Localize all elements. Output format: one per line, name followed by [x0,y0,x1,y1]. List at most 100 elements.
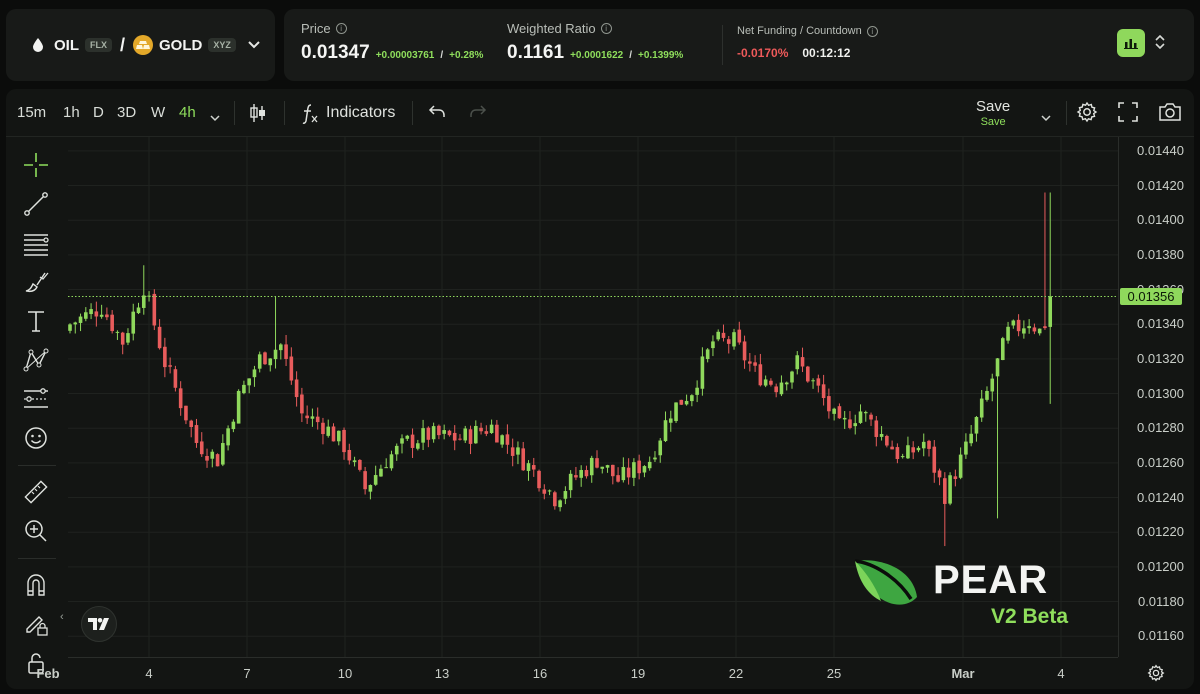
indicators-button[interactable]: Indicators [326,104,395,122]
candle-body [294,379,299,398]
timeframe-15m[interactable]: 15m [17,104,46,121]
timeframe-4h[interactable]: 4h [179,104,196,121]
candle-body [300,394,304,414]
ruler-icon[interactable] [22,478,50,506]
base-symbol: OIL [54,36,79,54]
candle-body [558,500,562,508]
candle-body [711,341,715,349]
candle-body [632,462,636,478]
save-sublabel: Save [980,116,1006,128]
price-tick-label: 0.01400 [1137,212,1184,228]
candle-body [126,333,130,343]
price-change-pct: +0.28% [449,50,484,61]
bar-chart-icon [1124,39,1138,49]
price-tick-label: 0.01380 [1137,246,1184,262]
candle-body [885,435,889,446]
candle-body [848,419,852,428]
candle-body [347,449,352,461]
candle-body [284,344,288,359]
zoom-in-icon[interactable] [22,517,50,545]
chevron-down-icon[interactable] [248,36,260,54]
undo-icon[interactable] [428,105,446,124]
funding-countdown: 00:12:12 [802,46,851,60]
redo-icon[interactable] [469,105,487,124]
fullscreen-icon[interactable] [1118,102,1138,127]
price-tick-label: 0.01160 [1137,628,1184,644]
timeframe-1h[interactable]: 1h [63,104,80,121]
time-tick-label: 16 [532,666,548,681]
candle-body [837,406,842,419]
camera-icon[interactable] [1158,102,1182,127]
price-tick-label: 0.01340 [1137,316,1184,332]
candle-body [221,443,225,465]
crosshair-icon[interactable] [22,151,50,179]
candle-body [400,438,404,444]
collapse-sidebar-icon[interactable]: ‹ [60,611,64,623]
candle-body [869,414,873,420]
candle-body [510,447,515,456]
save-button[interactable]: Save Save [976,98,1010,128]
candle-body [78,316,83,323]
info-icon[interactable]: i [335,23,347,34]
candles-icon[interactable] [249,102,267,129]
candle-body [342,429,346,453]
candle-body [737,329,742,343]
chart-toolbar: 15m 1h D 3D W 4h Indicators Save Save [6,89,1194,137]
chevron-down-icon[interactable] [210,109,220,127]
candle-body [695,387,699,395]
candle-body [268,358,273,366]
candle-body [642,466,647,473]
chart-type-button[interactable] [1117,29,1145,57]
candle-body [553,492,557,507]
candle-body [321,422,325,435]
gear-icon[interactable] [1076,101,1098,128]
pencil-lock-icon[interactable] [22,610,50,638]
price-tick-label: 0.01240 [1137,489,1184,505]
candle-body [742,341,747,361]
price-label: Price [301,21,331,36]
price-tick-label: 0.01440 [1137,142,1184,158]
candle-body [626,467,631,478]
candle-body [247,378,251,386]
text-icon[interactable] [22,307,50,335]
pattern-icon[interactable] [22,346,50,374]
info-icon[interactable]: i [600,23,612,34]
candle-body [1006,326,1010,341]
candle-body [758,364,763,386]
chevron-down-icon[interactable] [1041,109,1051,127]
timeframe-w[interactable]: W [151,104,165,121]
candle-body [616,475,620,482]
brush-icon[interactable] [22,268,50,296]
gear-icon[interactable] [1147,664,1165,687]
candle-body [679,399,684,405]
candle-body [231,421,236,430]
candle-body [73,322,78,325]
magnet-icon[interactable] [22,571,50,599]
fib-icon[interactable] [22,229,50,257]
candle-body [806,366,810,382]
chart-panel: 15m 1h D 3D W 4h Indicators Save Save 0.… [6,89,1194,689]
tradingview-logo[interactable] [81,606,117,642]
candle-body [800,357,805,367]
candle-body [769,380,773,385]
candle-body [658,440,663,456]
candle-body [363,471,367,490]
timeframe-d[interactable]: D [93,104,104,121]
candle-body [574,475,578,478]
candle-body [537,470,541,489]
sort-arrows-icon[interactable] [1154,34,1166,54]
price-tick-label: 0.01220 [1137,524,1184,540]
candle-body [184,405,188,421]
candle-body [811,380,815,382]
candle-body [948,475,952,504]
timeframe-3d[interactable]: 3D [117,104,136,121]
pair-selector[interactable]: OIL FLX / GOLD XYZ [6,9,275,81]
trend-line-icon[interactable] [22,190,50,218]
info-icon[interactable]: i [866,25,878,37]
forecast-icon[interactable] [22,385,50,413]
emoji-icon[interactable] [22,424,50,452]
pear-leaf-icon [854,559,917,605]
toolbar-divider [1066,101,1067,125]
function-icon[interactable] [300,103,320,130]
candle-body [853,423,858,427]
